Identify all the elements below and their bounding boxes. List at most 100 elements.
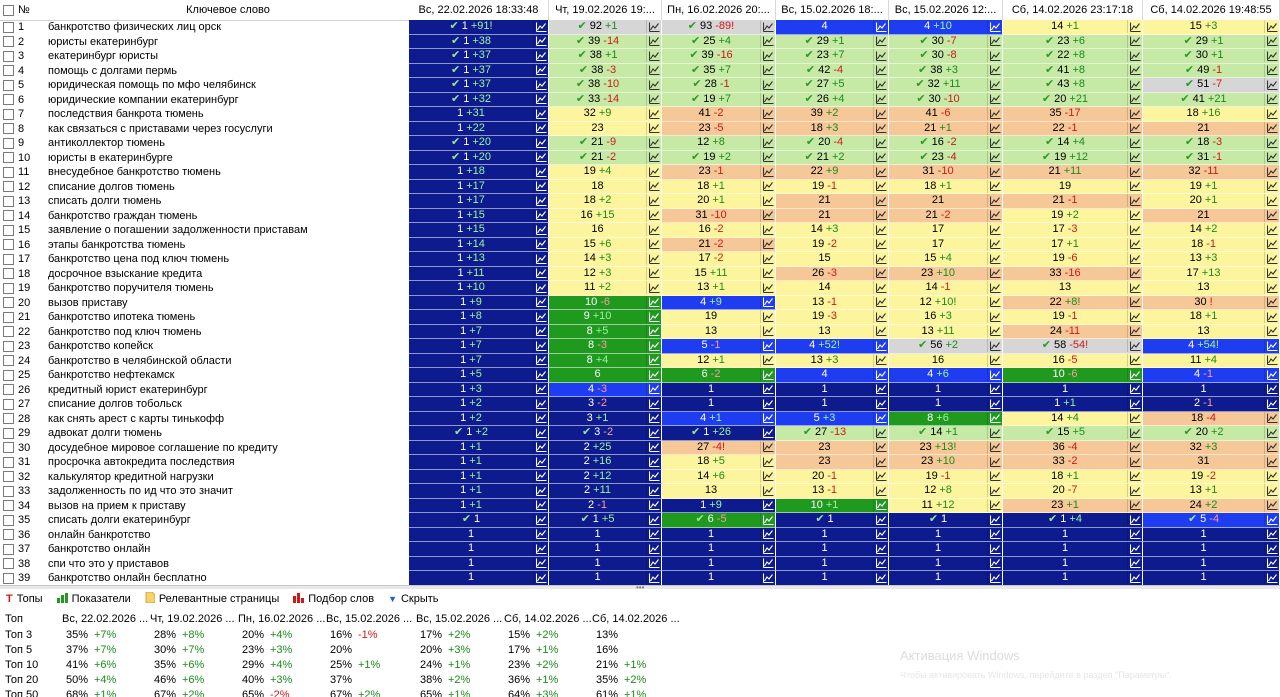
position-cell[interactable]: 8 +6: [889, 411, 1003, 426]
position-chart-icon[interactable]: [760, 266, 775, 280]
position-cell[interactable]: ✔ 20 +2: [1143, 426, 1280, 441]
table-row[interactable]: 20 вызов приставу 1 +9 10 -6 4 +9 13 -1 12 +10! 22 +8…: [0, 295, 1280, 310]
position-chart-icon[interactable]: [760, 78, 775, 92]
position-cell[interactable]: 22 +9: [776, 165, 889, 180]
position-cell[interactable]: 16 +15: [549, 208, 662, 223]
position-cell[interactable]: ✔ 14 +1: [889, 426, 1003, 441]
tab-word-selection[interactable]: Подбор слов: [287, 589, 382, 609]
position-chart-icon[interactable]: [646, 165, 661, 179]
position-cell[interactable]: ✔ 29 +1: [776, 34, 889, 49]
position-cell[interactable]: 1: [409, 542, 549, 557]
position-cell[interactable]: 17 +1: [1003, 237, 1143, 252]
position-chart-icon[interactable]: [1264, 136, 1279, 150]
position-chart-icon[interactable]: [760, 571, 775, 585]
position-chart-icon[interactable]: [1264, 92, 1279, 106]
row-checkbox[interactable]: [3, 529, 14, 541]
position-cell[interactable]: 1 +13: [409, 252, 549, 267]
position-chart-icon[interactable]: [760, 49, 775, 63]
position-cell[interactable]: 18 -1: [1143, 237, 1280, 252]
position-chart-icon[interactable]: [1264, 455, 1279, 469]
position-chart-icon[interactable]: [760, 208, 775, 222]
position-cell[interactable]: 2 +11: [549, 484, 662, 499]
position-chart-icon[interactable]: [760, 353, 775, 367]
position-cell[interactable]: 1: [889, 542, 1003, 557]
position-cell[interactable]: 19 -2: [1143, 469, 1280, 484]
position-chart-icon[interactable]: [987, 92, 1002, 106]
position-cell[interactable]: 17 -3: [1003, 223, 1143, 238]
row-checkbox[interactable]: [3, 471, 14, 483]
position-chart-icon[interactable]: [646, 194, 661, 208]
position-chart-icon[interactable]: [1127, 252, 1142, 266]
position-chart-icon[interactable]: [533, 411, 548, 425]
position-cell[interactable]: ✔ 23 -4: [889, 150, 1003, 165]
position-cell[interactable]: 9 +10: [549, 310, 662, 325]
position-chart-icon[interactable]: [873, 295, 888, 309]
position-chart-icon[interactable]: [873, 20, 888, 34]
position-cell[interactable]: 31: [1143, 455, 1280, 470]
position-chart-icon[interactable]: [1127, 208, 1142, 222]
row-checkbox[interactable]: [3, 427, 14, 439]
tops-header-cell[interactable]: Топ: [5, 611, 23, 626]
position-cell[interactable]: 13: [662, 324, 776, 339]
table-row[interactable]: 26 кредитный юрист екатеринбург 1 +3 4 -3 1 1 1 1…: [0, 382, 1280, 397]
position-chart-icon[interactable]: [646, 353, 661, 367]
table-row[interactable]: 30 досудебное мировое соглашение по креди…: [0, 440, 1280, 455]
position-cell[interactable]: 4 +6: [889, 368, 1003, 383]
position-chart-icon[interactable]: [646, 121, 661, 135]
position-chart-icon[interactable]: [1264, 34, 1279, 48]
position-chart-icon[interactable]: [760, 542, 775, 556]
keyword-cell[interactable]: юридические компании екатеринбург: [48, 93, 408, 108]
position-cell[interactable]: 1 +1: [409, 484, 549, 499]
position-chart-icon[interactable]: [987, 397, 1002, 411]
row-checkbox[interactable]: [3, 282, 14, 294]
position-cell[interactable]: 14 +2: [1143, 223, 1280, 238]
position-chart-icon[interactable]: [533, 324, 548, 338]
position-chart-icon[interactable]: [1264, 527, 1279, 541]
position-cell[interactable]: 4: [776, 20, 889, 35]
position-chart-icon[interactable]: [987, 63, 1002, 77]
position-cell[interactable]: 31 -10: [889, 165, 1003, 180]
position-chart-icon[interactable]: [987, 208, 1002, 222]
position-chart-icon[interactable]: [1127, 455, 1142, 469]
position-chart-icon[interactable]: [873, 368, 888, 382]
position-cell[interactable]: 3 -2: [549, 397, 662, 412]
position-cell[interactable]: 8 +5: [549, 324, 662, 339]
position-chart-icon[interactable]: [1264, 411, 1279, 425]
position-cell[interactable]: 15 +3: [1143, 20, 1280, 35]
position-cell[interactable]: 21 -2: [889, 208, 1003, 223]
position-cell[interactable]: ✔ 39 -16: [662, 49, 776, 64]
position-cell[interactable]: 30!: [1143, 295, 1280, 310]
position-chart-icon[interactable]: [873, 426, 888, 440]
position-chart-icon[interactable]: [1127, 411, 1142, 425]
position-cell[interactable]: ✔ 1: [409, 513, 549, 528]
position-chart-icon[interactable]: [987, 324, 1002, 338]
position-chart-icon[interactable]: [533, 295, 548, 309]
position-cell[interactable]: 16 +3: [889, 310, 1003, 325]
position-chart-icon[interactable]: [873, 397, 888, 411]
position-cell[interactable]: ✔ 42 -4: [776, 63, 889, 78]
table-row[interactable]: 36 онлайн банкротство 1 1 1 1 1 1 1: [0, 527, 1280, 542]
position-cell[interactable]: 13 -1: [776, 295, 889, 310]
position-chart-icon[interactable]: [873, 136, 888, 150]
position-chart-icon[interactable]: [873, 63, 888, 77]
tops-header-cell[interactable]: Сб, 14.02.2026 ...: [592, 611, 680, 626]
position-cell[interactable]: 24 +2: [1143, 498, 1280, 513]
row-checkbox[interactable]: [3, 398, 14, 410]
position-chart-icon[interactable]: [1127, 20, 1142, 34]
position-cell[interactable]: 1: [409, 556, 549, 571]
position-cell[interactable]: ✔ 41 +21: [1143, 92, 1280, 107]
position-cell[interactable]: 21: [889, 194, 1003, 209]
position-chart-icon[interactable]: [873, 194, 888, 208]
position-cell[interactable]: 14 +4: [1003, 411, 1143, 426]
position-cell[interactable]: 17: [889, 237, 1003, 252]
keyword-cell[interactable]: юристы в екатеринбурге: [48, 151, 408, 166]
position-cell[interactable]: 1: [662, 382, 776, 397]
position-cell[interactable]: ✔ 25 +4: [662, 34, 776, 49]
position-chart-icon[interactable]: [533, 208, 548, 222]
position-chart-icon[interactable]: [533, 92, 548, 106]
position-chart-icon[interactable]: [646, 237, 661, 251]
position-chart-icon[interactable]: [987, 556, 1002, 570]
position-chart-icon[interactable]: [760, 513, 775, 527]
position-chart-icon[interactable]: [760, 368, 775, 382]
position-chart-icon[interactable]: [533, 513, 548, 527]
